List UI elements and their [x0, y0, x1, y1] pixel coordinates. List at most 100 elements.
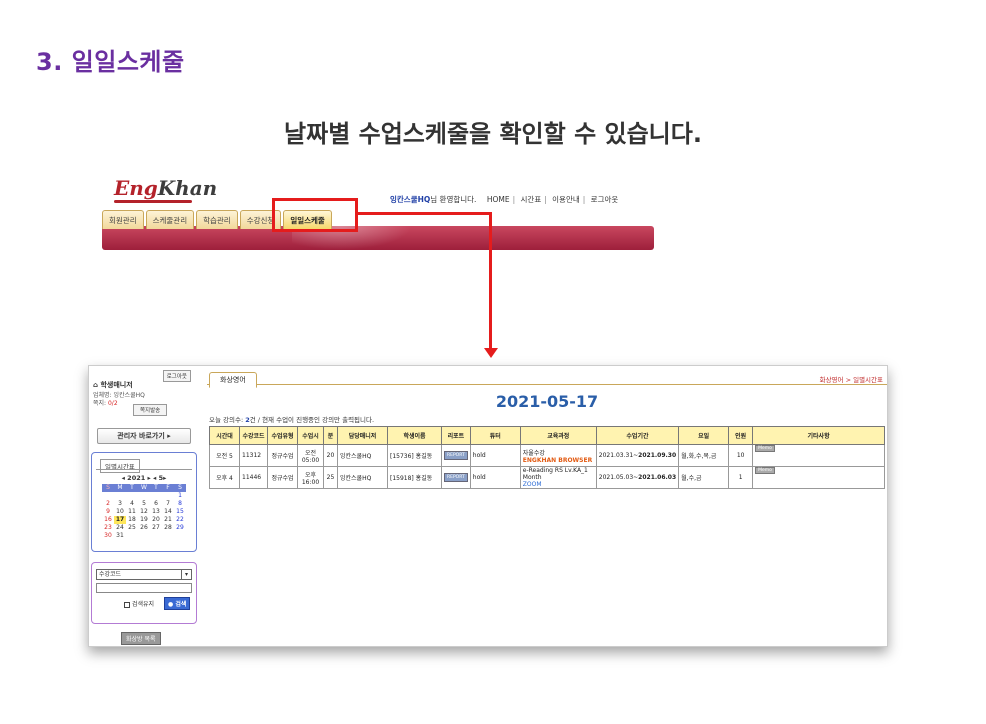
room-list-button[interactable]: 화상방 목록	[121, 632, 161, 645]
calendar-day[interactable]: 3	[114, 500, 126, 508]
calendar-day[interactable]: 29	[174, 524, 186, 532]
schedule-screenshot: 로그아웃 ⌂ 학생매니저 업체명: 잉칸스쿨HQ 쪽지: 0/2 쪽지발송 관리…	[88, 365, 888, 647]
calendar-day[interactable]: 16	[102, 516, 114, 524]
calendar-day[interactable]: 2	[102, 500, 114, 508]
column-header: 인원	[728, 426, 754, 445]
weekday-header: F	[162, 484, 174, 492]
calendar-day[interactable]: 26	[138, 524, 150, 532]
report-button[interactable]: REPORT	[444, 473, 468, 482]
report-button[interactable]: REPORT	[444, 451, 468, 460]
user-name: ⌂ 학생매니저	[93, 381, 133, 389]
calendar-day[interactable]: 4	[126, 500, 138, 508]
arrow-down-icon	[484, 348, 498, 358]
calendar-day[interactable]: 7	[162, 500, 174, 508]
cell-code: 11312	[239, 444, 268, 467]
search-input[interactable]	[96, 583, 192, 593]
welcome-greeting: 님 환영합니다.	[430, 195, 477, 204]
cell-slot: 오전 5	[209, 444, 240, 467]
column-header: 교육과정	[519, 426, 597, 445]
calendar-day[interactable]: 8	[174, 500, 186, 508]
column-header: 분	[323, 426, 338, 445]
memo-button[interactable]: Memo	[755, 445, 775, 452]
cell-period: 2021.05.03~2021.06.03	[595, 466, 680, 489]
cell-count: 1	[728, 466, 754, 489]
search-field-select[interactable]: 수강코드 ▾	[96, 569, 192, 580]
table-row: 오전 5 11312 정규수업 오전 05:00 20 잉칸스쿨HQ [15736] 홍길동…	[209, 444, 885, 467]
calendar-day[interactable]: 19	[138, 516, 150, 524]
tab-member[interactable]: 회원관리	[102, 210, 144, 229]
tab-schedule[interactable]: 스케줄관리	[145, 210, 195, 229]
cell-course: e-Reading RS Lv.KA_1 Month ZOOM	[519, 466, 597, 489]
weekday-header: T	[126, 484, 138, 492]
calendar-day[interactable]: 22	[174, 516, 186, 524]
logo-swoosh	[114, 200, 192, 203]
calendar-empty	[102, 492, 114, 500]
banner-screenshot: EngKhan 잉칸스쿨HQ님 환영합니다. HOME | 시간표 | 이용안내 | …	[102, 170, 654, 250]
column-header: 수업기간	[595, 426, 680, 445]
cell-days: 월,수,금	[678, 466, 730, 489]
admin-shortcut-button[interactable]: 관리자 바로가기 ▸	[97, 428, 191, 444]
right-panel: 화상영어 화상영어 > 일별시간표 2021-05-17 오늘 강의수: 2건 …	[207, 366, 887, 648]
cell-slot: 오후 4	[209, 466, 240, 489]
cell-student: [15736] 홍길동	[387, 444, 442, 467]
calendar-day[interactable]: 27	[150, 524, 162, 532]
link-guide[interactable]: 이용안내	[552, 195, 580, 204]
calendar-day[interactable]: 9	[102, 508, 114, 516]
calendar-day[interactable]: 6	[150, 500, 162, 508]
welcome-org: 잉칸스쿨HQ	[390, 195, 431, 204]
calendar-nav[interactable]: ◂ 2021 ▸ ◂ 5▸	[96, 474, 192, 482]
calendar-day[interactable]: 25	[126, 524, 138, 532]
search-box: 수강코드 ▾ 검색유지 ● 검색	[91, 562, 197, 624]
tab-learning[interactable]: 학습관리	[196, 210, 238, 229]
calendar-day[interactable]: 20	[150, 516, 162, 524]
left-panel: 로그아웃 ⌂ 학생매니저 업체명: 잉칸스쿨HQ 쪽지: 0/2 쪽지발송 관리…	[89, 366, 199, 648]
weekday-header: S	[102, 484, 114, 492]
calendar-day[interactable]: 13	[150, 508, 162, 516]
calendar-day[interactable]: 10	[114, 508, 126, 516]
cell-days: 월,화,수,목,금	[678, 444, 730, 467]
calendar-day[interactable]: 23	[102, 524, 114, 532]
calendar-empty	[138, 492, 150, 500]
calendar-day[interactable]: 30	[102, 532, 114, 540]
memo-button[interactable]: Memo	[755, 467, 775, 474]
calendar-day[interactable]: 15	[174, 508, 186, 516]
user-box: 로그아웃 ⌂ 학생매니저 업체명: 잉칸스쿨HQ 쪽지: 0/2 쪽지발송	[91, 370, 195, 416]
column-header: 요일	[678, 426, 730, 445]
calendar-day[interactable]: 31	[114, 532, 126, 540]
cell-code: 11446	[239, 466, 268, 489]
logout-button[interactable]: 로그아웃	[162, 370, 191, 382]
table-row: 오후 4 11446 정규수업 오후 16:00 25 잉칸스쿨HQ [15918] 홍길동…	[209, 466, 885, 489]
send-note-button[interactable]: 쪽지발송	[133, 404, 168, 416]
link-logout[interactable]: 로그아웃	[591, 195, 619, 204]
cell-course: 자율수강 ENGKHAN BROWSER	[519, 444, 597, 467]
calendar-empty	[138, 532, 150, 540]
cell-type: 정규수업	[267, 444, 298, 467]
calendar-day[interactable]: 1	[174, 492, 186, 500]
cell-type: 정규수업	[267, 466, 298, 489]
search-button[interactable]: ● 검색	[164, 597, 191, 610]
tab-video-english[interactable]: 화상영어	[209, 372, 257, 388]
column-header: 수업유형	[267, 426, 298, 445]
keep-search-checkbox[interactable]: 검색유지	[124, 599, 154, 608]
calendar-day[interactable]: 17	[114, 516, 126, 524]
highlight-box	[272, 198, 358, 232]
link-timetable[interactable]: 시간표	[521, 195, 542, 204]
calendar-day[interactable]: 11	[126, 508, 138, 516]
calendar-day[interactable]: 18	[126, 516, 138, 524]
link-home[interactable]: HOME	[487, 195, 510, 204]
calendar-empty	[174, 532, 186, 540]
column-header: 수업시	[297, 426, 324, 445]
cell-memo: Memo	[752, 466, 885, 489]
mini-calendar: 일별시간표 ◂ 2021 ▸ ◂ 5▸ S M T W T F S 1 2 3 4 5 6 7 8 9 10 11…	[91, 452, 197, 552]
schedule-table: 시간대 수강코드 수업유형 수업시 분 담당매니저 학생이름 리포트 튜터 교육과정 수업기간 요일 인…	[209, 426, 885, 489]
calendar-day[interactable]: 14	[162, 508, 174, 516]
weekday-header: T	[150, 484, 162, 492]
cell-tutor: hold	[469, 466, 521, 489]
cell-period: 2021.03.31~2021.09.30	[595, 444, 680, 467]
calendar-day[interactable]: 21	[162, 516, 174, 524]
calendar-day[interactable]: 5	[138, 500, 150, 508]
welcome-bar: 잉칸스쿨HQ님 환영합니다. HOME | 시간표 | 이용안내 | 로그아웃	[390, 195, 619, 204]
calendar-day[interactable]: 28	[162, 524, 174, 532]
calendar-day[interactable]: 24	[114, 524, 126, 532]
calendar-day[interactable]: 12	[138, 508, 150, 516]
